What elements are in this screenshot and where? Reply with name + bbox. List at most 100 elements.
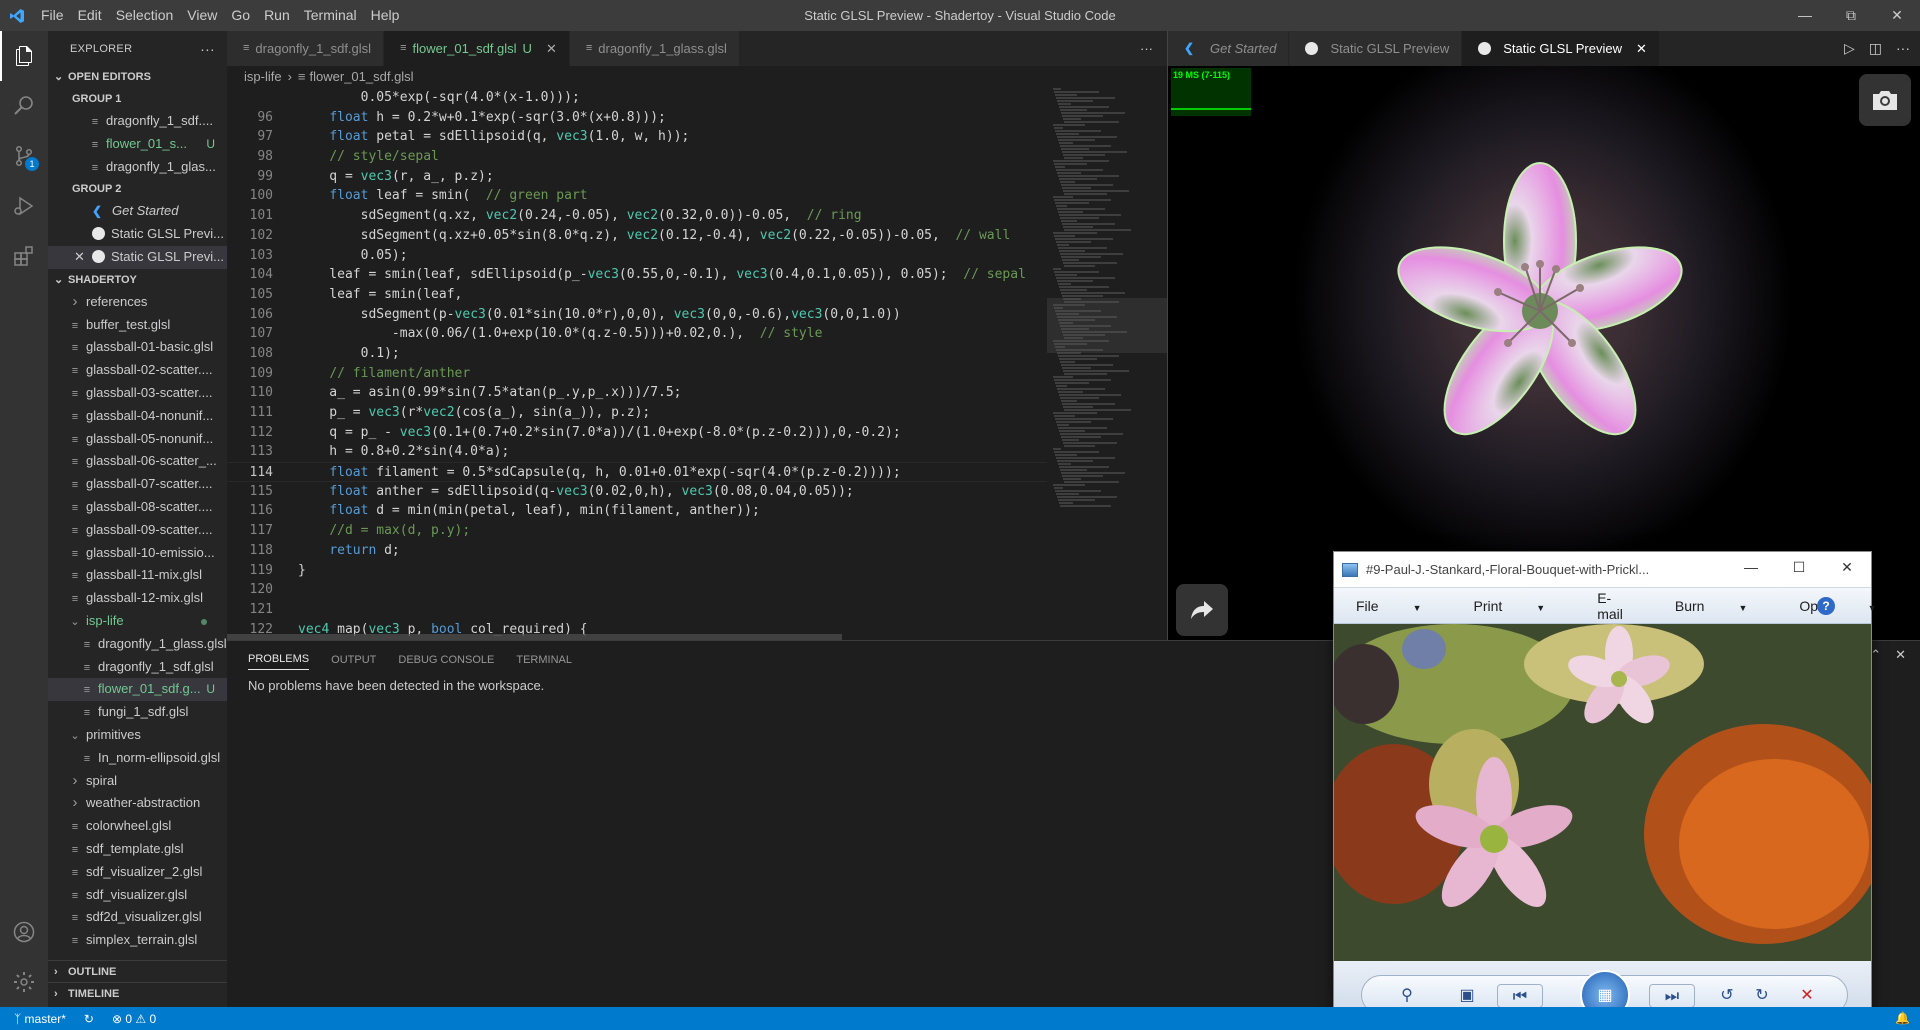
code-line[interactable]: 107 -max(0.06/(1.0+exp(10.0*(q.z-0.5)))+…	[227, 324, 1047, 344]
code-line[interactable]: 112 q = p_ - vec3(0.1+(0.7+0.2*sin(7.0*a…	[227, 423, 1047, 443]
extensions-icon[interactable]	[0, 231, 48, 281]
code-line[interactable]: 113 h = 0.8+0.2*sin(4.0*a);	[227, 442, 1047, 462]
code-line[interactable]: 96 float h = 0.2*w+0.1*exp(-sqr(3.0*(x+0…	[227, 108, 1047, 128]
code-line[interactable]: 100 float leaf = smin( // green part	[227, 186, 1047, 206]
close-tab-icon[interactable]: ✕	[1636, 31, 1647, 66]
code-line[interactable]: 110 a_ = asin(0.99*sin(7.5*atan(p_.y,p_.…	[227, 383, 1047, 403]
split-editor-icon[interactable]: ◫	[1869, 31, 1882, 66]
workspace-folder-section[interactable]: ⌄ SHADERTOY	[48, 269, 227, 291]
tree-file[interactable]: ≡ glassball-12-mix.glsl	[48, 587, 227, 610]
code-line[interactable]: 105 leaf = smin(leaf,	[227, 285, 1047, 305]
play-icon[interactable]: ▷	[1844, 31, 1855, 66]
share-arrow-icon[interactable]	[1176, 584, 1228, 636]
tree-file[interactable]: ≡ glassball-04-nonunif...	[48, 405, 227, 428]
tree-file[interactable]: ≡ glassball-08-scatter....	[48, 496, 227, 519]
tree-file[interactable]: ≡ In_norm-ellipsoid.glsl	[48, 747, 227, 770]
branch-indicator[interactable]: ᛉ master*	[14, 1012, 66, 1026]
tree-file[interactable]: ≡ glassball-03-scatter....	[48, 382, 227, 405]
menu-file[interactable]: File	[34, 0, 71, 31]
tree-file[interactable]: ≡ flower_01_sdf.g... U	[48, 678, 227, 702]
tree-file[interactable]: ≡ glassball-01-basic.glsl	[48, 336, 227, 359]
tree-file[interactable]: ≡ glassball-05-nonunif...	[48, 428, 227, 451]
rotate-right-icon[interactable]: ↻	[1747, 984, 1777, 1008]
more-actions-icon[interactable]: ···	[1140, 31, 1153, 66]
tab-dragonfly-sdf[interactable]: ≡ dragonfly_1_sdf.glsl	[227, 31, 385, 66]
search-icon[interactable]	[0, 81, 48, 131]
tree-file[interactable]: ≡ colorwheel.glsl	[48, 815, 227, 838]
tree-folder[interactable]: ⌄ isp-life	[48, 610, 227, 633]
previous-icon[interactable]: ⏮	[1497, 984, 1543, 1008]
tree-folder[interactable]: ⌄ primitives	[48, 724, 227, 747]
rotate-left-icon[interactable]: ↺	[1712, 984, 1742, 1008]
screenshot-camera-icon[interactable]	[1859, 74, 1911, 126]
code-line[interactable]: 119}	[227, 561, 1047, 581]
menu-view[interactable]: View	[180, 0, 224, 31]
code-line[interactable]: 116 float d = min(min(petal, leaf), min(…	[227, 501, 1047, 521]
more-actions-icon[interactable]: ···	[1896, 31, 1910, 66]
viewer-maximize-icon[interactable]: ☐	[1775, 552, 1823, 582]
next-icon[interactable]: ⏭	[1649, 984, 1695, 1008]
code-line[interactable]: 99 q = vec3(r, a_, p.z);	[227, 167, 1047, 187]
viewer-menu-print[interactable]: Print ▼	[1473, 598, 1571, 614]
tree-file[interactable]: ≡ glassball-09-scatter....	[48, 519, 227, 542]
viewer-close-icon[interactable]: ✕	[1823, 552, 1871, 582]
tab-dragonfly-glass[interactable]: ≡ dragonfly_1_glass.glsl	[569, 31, 740, 66]
tab-problems[interactable]: PROBLEMS	[248, 647, 310, 670]
tree-file[interactable]: ≡ dragonfly_1_glass.glsl	[48, 633, 227, 656]
tree-file[interactable]: ≡ glassball-06-scatter_...	[48, 450, 227, 473]
open-editors-section[interactable]: ⌄ OPEN EDITORS	[48, 66, 227, 88]
tree-file[interactable]: ≡ sdf_template.glsl	[48, 838, 227, 861]
code-line[interactable]: 118 return d;	[227, 541, 1047, 561]
tree-file[interactable]: ≡ glassball-11-mix.glsl	[48, 564, 227, 587]
code-line[interactable]: 106 sdSegment(p-vec3(0.01*sin(10.0*r),0,…	[227, 305, 1047, 325]
run-debug-icon[interactable]	[0, 181, 48, 231]
tree-file[interactable]: ≡ sdf_visualizer_2.glsl	[48, 861, 227, 884]
viewer-menu-file[interactable]: File ▼	[1356, 598, 1447, 614]
code-line[interactable]: 0.05*exp(-sqr(4.0*(x-1.0)));	[227, 88, 1047, 108]
menu-go[interactable]: Go	[224, 0, 257, 31]
tree-file[interactable]: ≡ dragonfly_1_sdf.glsl	[48, 656, 227, 679]
tab-debug-console[interactable]: DEBUG CONSOLE	[398, 648, 494, 670]
code-line[interactable]: 111 p_ = vec3(r*vec2(cos(a_), sin(a_)), …	[227, 403, 1047, 423]
tree-file[interactable]: ≡ sdf_visualizer.glsl	[48, 884, 227, 907]
menu-terminal[interactable]: Terminal	[297, 0, 364, 31]
minimap[interactable]	[1047, 88, 1167, 640]
open-editor-item[interactable]: ≡ flower_01_s... U	[48, 133, 227, 156]
viewer-minimize-icon[interactable]: —	[1727, 552, 1775, 582]
zoom-icon[interactable]: ⚲	[1387, 984, 1427, 1008]
code-line[interactable]: 104 leaf = smin(leaf, sdEllipsoid(p_-vec…	[227, 265, 1047, 285]
breadcrumb-folder[interactable]: isp-life	[244, 69, 282, 84]
restore-icon[interactable]: ⧉	[1828, 0, 1874, 31]
tab-get-started[interactable]: ❮ Get Started	[1168, 31, 1290, 66]
tree-folder[interactable]: › spiral	[48, 770, 227, 793]
close-editor-icon[interactable]: ✕	[74, 246, 92, 269]
viewer-menu-burn[interactable]: Burn ▼	[1675, 598, 1774, 614]
open-editor-item[interactable]: ❮ Get Started	[48, 200, 227, 223]
code-line[interactable]: 109 // filament/anther	[227, 364, 1047, 384]
viewer-menu-open[interactable]: Open▼	[1799, 598, 1902, 614]
tree-file[interactable]: ≡ glassball-10-emissio...	[48, 542, 227, 565]
code-line[interactable]: 108 0.1);	[227, 344, 1047, 364]
tree-file[interactable]: ≡ fungi_1_sdf.glsl	[48, 701, 227, 724]
code-editor[interactable]: 0.05*exp(-sqr(4.0*(x-1.0))); 96 float h =…	[227, 88, 1047, 640]
account-icon[interactable]	[0, 907, 48, 957]
problems-indicator[interactable]: ⊗ 0 ⚠ 0	[112, 1012, 156, 1026]
close-panel-icon[interactable]: ✕	[1895, 647, 1906, 663]
source-control-icon[interactable]: 1	[0, 131, 48, 181]
menu-run[interactable]: Run	[257, 0, 297, 31]
tab-terminal[interactable]: TERMINAL	[516, 648, 572, 670]
menu-selection[interactable]: Selection	[109, 0, 181, 31]
tree-folder[interactable]: › references	[48, 291, 227, 314]
tab-static-glsl-preview[interactable]: Static GLSL Preview	[1289, 31, 1463, 66]
help-icon[interactable]: ?	[1817, 597, 1835, 615]
explorer-icon[interactable]	[0, 31, 48, 81]
code-line[interactable]: 102 sdSegment(q.xz+0.05*sin(8.0*q.z), ve…	[227, 226, 1047, 246]
notifications-icon[interactable]: 🔔	[1895, 1007, 1910, 1030]
tree-file[interactable]: ≡ buffer_test.glsl	[48, 314, 227, 337]
code-line[interactable]: 115 float anther = sdEllipsoid(q-vec3(0.…	[227, 482, 1047, 502]
more-actions-icon[interactable]: ···	[200, 41, 215, 57]
open-editor-item[interactable]: ≡ dragonfly_1_sdf....	[48, 110, 227, 133]
open-editor-item[interactable]: ≡ dragonfly_1_glas...	[48, 156, 227, 179]
timeline-section[interactable]: › TIMELINE	[48, 982, 227, 1004]
open-editor-item[interactable]: Static GLSL Previ...	[48, 223, 227, 246]
